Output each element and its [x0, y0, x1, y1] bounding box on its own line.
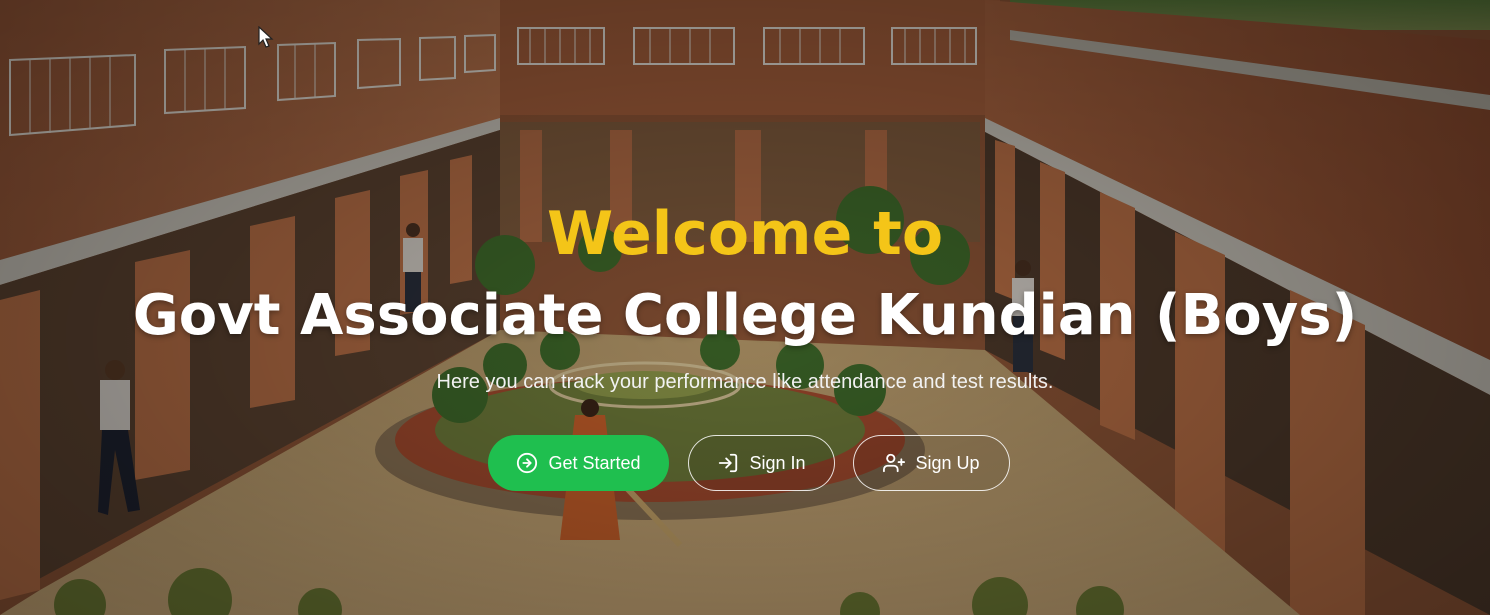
heading-college-name: Govt Associate College Kundian (Boys) — [132, 283, 1358, 348]
hero-content: Welcome to Govt Associate College Kundia… — [0, 0, 1490, 615]
hero-section: Welcome to Govt Associate College Kundia… — [0, 0, 1490, 615]
get-started-label: Get Started — [548, 452, 641, 473]
mouse-cursor-icon — [258, 26, 274, 48]
arrow-right-circle-icon — [517, 452, 538, 474]
heading-welcome: Welcome to — [546, 199, 944, 269]
action-buttons: Get Started Sign In Sign Up — [0, 435, 1490, 493]
log-in-icon — [719, 453, 738, 473]
hero-subtitle: Here you can track your performance like… — [436, 371, 1054, 393]
sign-up-label: Sign Up — [915, 452, 980, 473]
get-started-button[interactable]: Get Started — [488, 435, 669, 491]
sign-up-button[interactable]: Sign Up — [853, 435, 1010, 491]
sign-in-label: Sign In — [749, 452, 806, 473]
user-plus-icon — [883, 453, 906, 473]
sign-in-button[interactable]: Sign In — [688, 435, 835, 491]
